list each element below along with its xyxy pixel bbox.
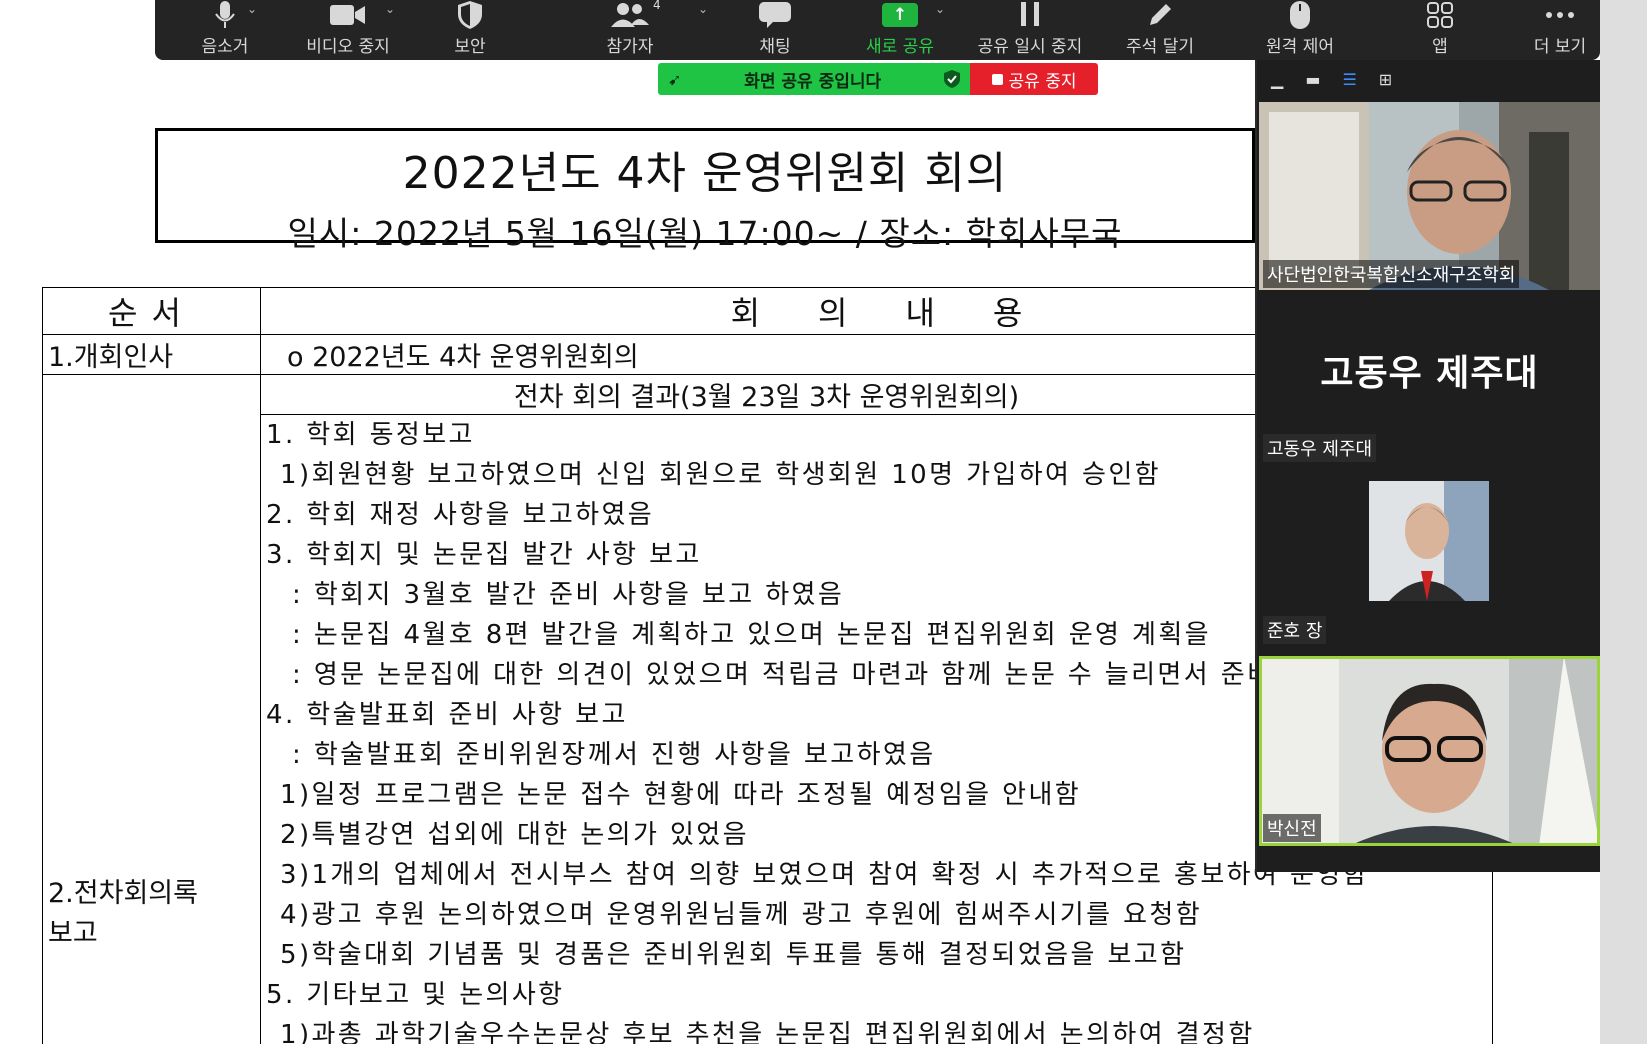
pause-share-label: 공유 일시 중지 <box>977 37 1083 57</box>
thumbnail-view-icon[interactable]: ▬ <box>1305 70 1320 89</box>
remote-control-label: 원격 제어 <box>1266 37 1334 57</box>
pause-share-button[interactable]: 공유 일시 중지 <box>965 0 1095 60</box>
more-dots-icon <box>1515 0 1605 30</box>
pin-icon: ➹ <box>668 69 682 89</box>
gallery-view-icon[interactable]: ⊞ <box>1379 70 1392 89</box>
window-edge <box>1600 0 1647 1044</box>
shield-icon <box>420 0 520 30</box>
participant-name: 고동우 제주대 <box>1263 434 1377 462</box>
list-item: 4)광고 후원 논의하였으며 운영위원님들께 광고 후원에 힘써주시기를 요청함 <box>280 900 1203 930</box>
stop-video-label: 비디오 중지 <box>306 37 390 57</box>
row2-label-line2: 보고 <box>48 918 98 949</box>
chevron-down-icon[interactable]: ⌄ <box>698 2 708 16</box>
chat-label: 채팅 <box>759 37 791 57</box>
more-button[interactable]: 더 보기 <box>1515 0 1605 60</box>
annotate-button[interactable]: 주석 달기 <box>1105 0 1215 60</box>
participant-photo <box>1369 481 1489 601</box>
list-item: 5)학술대회 기념품 및 경품은 준비위원회 투표를 통해 결정되었음을 보고함 <box>280 940 1187 970</box>
participant-count: 4 <box>653 0 661 12</box>
chat-bubble-icon <box>725 0 825 30</box>
sharing-status[interactable]: ➹ 화면 공유 중입니다 <box>658 63 970 95</box>
annotate-label: 주석 달기 <box>1126 37 1194 57</box>
participants-button[interactable]: 4 참가자 <box>575 0 685 60</box>
participant-name: 준호 장 <box>1263 616 1327 644</box>
row2-label-line1: 2.전차회의록 <box>48 878 198 909</box>
title-box: 2022년도 4차 운영위원회 회의 일시: 2022년 5월 16일(월) 1… <box>155 128 1255 253</box>
row1-label: 1.개회인사 <box>42 334 261 375</box>
sharing-status-text: 화면 공유 중입니다 <box>744 71 882 92</box>
sharing-banner: ➹ 화면 공유 중입니다 공유 중지 <box>658 63 1098 95</box>
pencil-icon <box>1105 0 1215 30</box>
chevron-down-icon[interactable]: ⌄ <box>935 2 945 16</box>
header-order: 순서 <box>42 287 261 335</box>
participant-big-name: 고동우 제주대 <box>1320 353 1539 394</box>
security-label: 보안 <box>454 37 486 57</box>
microphone-icon <box>175 0 275 30</box>
list-item: 5. 기타보고 및 논의사항 <box>266 980 565 1010</box>
chevron-down-icon[interactable]: ⌄ <box>247 2 257 16</box>
participants-icon <box>575 0 685 30</box>
participant-name: 사단법인한국복합신소재구조학회 <box>1263 260 1520 288</box>
chat-button[interactable]: 채팅 <box>725 0 825 60</box>
participant-tile[interactable]: 고동우 제주대 고동우 제주대 <box>1259 296 1600 474</box>
stop-share-label: 공유 중지 <box>1008 71 1077 92</box>
mouse-icon <box>1245 0 1355 30</box>
speaker-view-icon[interactable]: ☰ <box>1342 70 1356 89</box>
apps-button[interactable]: 앱 <box>1400 0 1480 60</box>
mute-label: 음소거 <box>201 37 249 57</box>
more-label: 더 보기 <box>1533 37 1587 57</box>
participant-tile[interactable]: 준호 장 <box>1259 480 1600 652</box>
participant-tile[interactable]: 박신전 <box>1259 656 1600 846</box>
apps-label: 앱 <box>1432 37 1448 57</box>
stop-share-button[interactable]: 공유 중지 <box>970 63 1098 95</box>
list-item: 1)과총 과학기술우수논문상 후보 추천을 논문집 편집위원회에서 논의하여 결… <box>280 1020 1255 1044</box>
participant-tile[interactable]: 사단법인한국복합신소재구조학회 <box>1259 102 1600 290</box>
security-button[interactable]: 보안 <box>420 0 520 60</box>
mute-button[interactable]: 음소거 <box>175 0 275 60</box>
document-title: 2022년도 4차 운영위원회 회의 <box>402 148 1008 199</box>
meeting-toolbar: 음소거 ⌄ 비디오 중지 ⌄ 보안 4 참가자 ⌄ 채팅 ↑ 새로 공유 ⌄ 공… <box>155 0 1600 60</box>
shield-check-icon <box>944 70 960 88</box>
remote-control-button[interactable]: 원격 제어 <box>1245 0 1355 60</box>
participant-name: 박신전 <box>1263 814 1321 842</box>
participants-label: 참가자 <box>606 37 654 57</box>
apps-icon <box>1400 0 1480 30</box>
panel-view-bar: ▁ ▬ ☰ ⊞ <box>1257 60 1600 98</box>
minimize-icon[interactable]: ▁ <box>1271 70 1283 89</box>
pause-icon <box>965 0 1095 30</box>
chevron-down-icon[interactable]: ⌄ <box>385 2 395 16</box>
document-subtitle: 일시: 2022년 5월 16일(월) 17:00~ / 장소: 학회사무국 <box>287 214 1123 253</box>
video-panel: ▁ ▬ ☰ ⊞ 사단법인한국복합신소재구조학회 고동우 제주대 고동우 제주대 <box>1255 60 1600 872</box>
row2-label: 2.전차회의록 보고 <box>42 374 261 1044</box>
stop-icon <box>991 73 1003 85</box>
new-share-label: 새로 공유 <box>866 37 934 57</box>
